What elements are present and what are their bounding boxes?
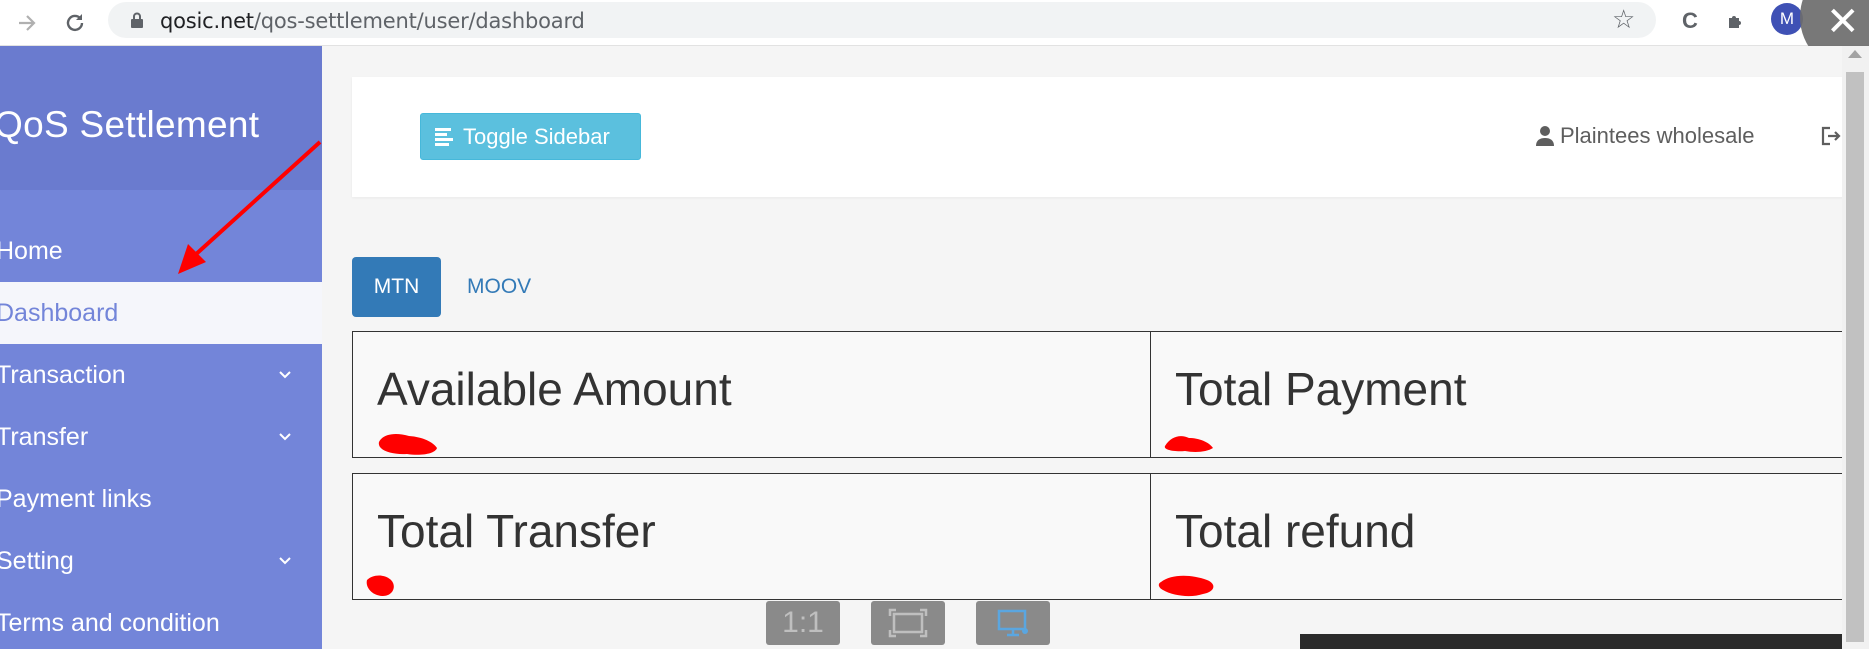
url-host: qosic.net <box>160 9 254 33</box>
sidebar-item-home[interactable]: Home <box>0 220 322 282</box>
reload-icon <box>66 14 84 32</box>
redacted-value <box>1164 436 1213 452</box>
dark-strip <box>1300 634 1842 649</box>
fit-screen-icon <box>888 608 928 638</box>
sidebar-item-label: Dashboard <box>0 298 119 327</box>
toggle-sidebar-button[interactable]: Toggle Sidebar <box>420 113 641 160</box>
sidebar-item-label: Payment links <box>0 484 152 513</box>
profile-avatar[interactable]: M <box>1771 3 1803 35</box>
actual-size-label: 1:1 <box>782 606 824 639</box>
sidebar-item-payment-links[interactable]: Payment links <box>0 468 322 530</box>
extension-c-icon[interactable]: C <box>1675 6 1705 36</box>
sidebar: QoS Settlement Home Dashboard Transactio… <box>0 46 322 649</box>
sidebar-menu: Home Dashboard Transaction Transfer Paym… <box>0 220 322 649</box>
sidebar-item-transfer[interactable]: Transfer <box>0 406 322 468</box>
total-refund-card: Total refund <box>1150 473 1850 600</box>
sidebar-item-label: Transfer <box>0 422 89 451</box>
browser-toolbar: qosic.net/qos-settlement/user/dashboard … <box>0 0 1869 72</box>
align-left-icon <box>435 127 453 146</box>
chevron-down-icon <box>279 433 291 441</box>
reload-button[interactable] <box>58 6 92 40</box>
user-icon <box>1536 126 1554 146</box>
page-scrollbar[interactable] <box>1842 46 1869 649</box>
arrow-right-icon <box>19 15 36 31</box>
top-navbar: Toggle Sidebar Plaintees wholesale Lo <box>352 77 1869 197</box>
url-path: /qos-settlement/user/dashboard <box>253 9 585 33</box>
sidebar-item-dashboard[interactable]: Dashboard <box>0 282 322 344</box>
bookmark-star-icon[interactable]: ☆ <box>1612 4 1635 35</box>
forward-button[interactable] <box>10 6 44 40</box>
address-bar[interactable]: qosic.net/qos-settlement/user/dashboard <box>108 2 1656 38</box>
screenshot-tool-button[interactable] <box>976 601 1050 645</box>
brand-title[interactable]: QoS Settlement <box>0 104 259 146</box>
total-transfer-card: Total Transfer <box>352 473 1152 600</box>
card-title: Total refund <box>1175 505 1416 557</box>
sidebar-item-label: Terms and condition <box>0 608 220 637</box>
user-profile-link[interactable]: Plaintees wholesale <box>1534 123 1754 149</box>
user-name: Plaintees wholesale <box>1560 123 1755 148</box>
tab-mtn[interactable]: MTN <box>352 257 441 317</box>
redacted-value <box>366 575 394 596</box>
sidebar-item-transaction[interactable]: Transaction <box>0 344 322 406</box>
toggle-sidebar-label: Toggle Sidebar <box>463 123 610 149</box>
logout-icon <box>1821 126 1841 146</box>
card-title: Total Transfer <box>377 505 656 557</box>
actual-size-button[interactable]: 1:1 <box>766 601 840 645</box>
chevron-down-icon <box>279 557 291 565</box>
card-title: Total Payment <box>1175 363 1467 415</box>
scroll-thumb[interactable] <box>1846 72 1864 642</box>
close-icon[interactable]: ✕ <box>1826 2 1860 42</box>
sidebar-item-terms[interactable]: Terms and condition <box>0 592 322 649</box>
sidebar-item-setting[interactable]: Setting <box>0 530 322 592</box>
card-title: Available Amount <box>377 363 732 415</box>
fit-to-window-button[interactable] <box>871 601 945 645</box>
chevron-down-icon <box>279 371 291 379</box>
extensions-puzzle-icon[interactable] <box>1721 6 1751 36</box>
scroll-up-arrow-icon[interactable] <box>1848 50 1862 58</box>
screen-capture-icon <box>997 609 1028 637</box>
tab-moov[interactable]: MOOV <box>467 257 531 317</box>
lock-icon <box>131 12 143 28</box>
redacted-value <box>1158 575 1214 597</box>
total-payment-card: Total Payment <box>1150 331 1850 458</box>
available-amount-card: Available Amount <box>352 331 1152 458</box>
sidebar-item-label: Transaction <box>0 360 126 389</box>
main-content: Toggle Sidebar Plaintees wholesale Lo MT… <box>322 46 1869 649</box>
sidebar-item-label: Home <box>0 236 63 265</box>
redacted-value <box>378 434 437 455</box>
url-text: qosic.net/qos-settlement/user/dashboard <box>160 9 585 33</box>
sidebar-header: QoS Settlement <box>0 46 322 190</box>
sidebar-item-label: Setting <box>0 546 74 575</box>
